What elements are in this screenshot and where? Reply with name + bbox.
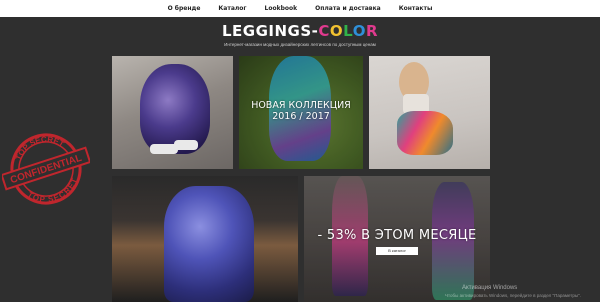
site-tagline: Интернет-магазин модных дизайнерских лег… xyxy=(224,42,376,47)
confidential-stamp-icon: TOP SECRET TOP SECRET CONFIDENTIAL xyxy=(2,130,90,208)
discount-title: - 53% В ЭТОМ МЕСЯЦЕ xyxy=(317,228,477,243)
logo-text-leggings: LEGGINGS xyxy=(221,22,312,40)
site-logo[interactable]: LEGGINGS-COLOR xyxy=(0,22,600,40)
os-watermark-title: Активация Windows xyxy=(462,285,518,291)
logo-letter: L xyxy=(343,22,353,40)
nav-item-about[interactable]: О бренде xyxy=(168,5,201,12)
nav-item-lookbook[interactable]: Lookbook xyxy=(265,5,298,12)
product-tile-discount[interactable]: - 53% В ЭТОМ МЕСЯЦЕ В каталог xyxy=(304,176,490,302)
product-tile-floral-sitting[interactable] xyxy=(369,56,490,169)
product-tile-new-collection[interactable]: НОВАЯ КОЛЛЕКЦИЯ 2016 / 2017 xyxy=(239,56,363,169)
nav-item-catalog[interactable]: Каталог xyxy=(218,5,246,12)
model-leggings xyxy=(164,186,254,302)
logo-letter: R xyxy=(365,22,379,40)
product-tile-galaxy-closeup[interactable] xyxy=(112,176,298,302)
logo-letter: C xyxy=(318,22,330,40)
new-collection-title: НОВАЯ КОЛЛЕКЦИЯ 2016 / 2017 xyxy=(251,100,351,122)
nav-item-payment-delivery[interactable]: Оплата и доставка xyxy=(315,5,381,12)
model-shoes xyxy=(174,140,198,150)
product-tile-galaxy-sitting[interactable] xyxy=(112,56,233,169)
catalog-button[interactable]: В каталог xyxy=(376,247,418,255)
logo-letter: O xyxy=(329,22,344,40)
model-leggings xyxy=(397,111,453,155)
nav-item-contacts[interactable]: Контакты xyxy=(399,5,433,12)
os-watermark-subtitle: Чтобы активировать Windows, перейдите в … xyxy=(445,293,581,298)
logo-letter: O xyxy=(352,22,366,40)
top-nav: О бренде Каталог Lookbook Оплата и доста… xyxy=(0,0,600,17)
